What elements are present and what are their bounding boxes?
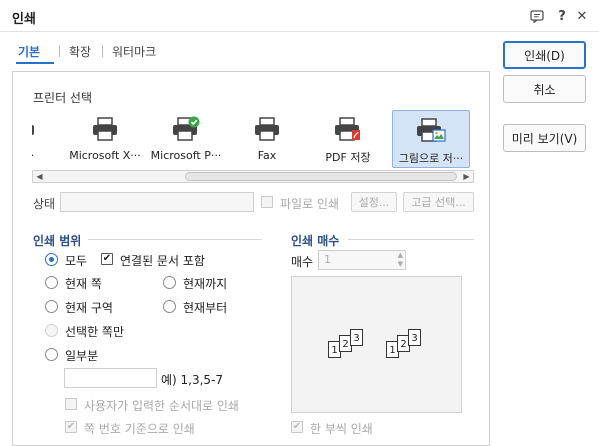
range-to-current-radio[interactable] xyxy=(163,276,176,289)
preview-button[interactable]: 미리 보기(V) xyxy=(503,124,586,152)
printer-item[interactable]: Fax xyxy=(228,110,306,168)
range-current-section-radio[interactable] xyxy=(45,300,58,313)
range-partial-label: 일부분 xyxy=(65,349,99,363)
printer-item[interactable]: PDF 저장 xyxy=(309,110,387,168)
cancel-button[interactable]: 취소 xyxy=(503,75,586,103)
tab-divider xyxy=(102,45,103,57)
preview-page: 3 xyxy=(350,329,363,346)
range-current-section-label: 현재 구역 xyxy=(65,301,113,315)
range-to-current-label: 현재까지 xyxy=(183,277,228,291)
print-to-file-checkbox[interactable] xyxy=(261,196,273,208)
range-current-page-radio[interactable] xyxy=(45,276,58,289)
print-button[interactable]: 인쇄(D) xyxy=(503,41,586,69)
close-icon[interactable]: ✕ xyxy=(571,5,593,27)
linked-docs-checkbox[interactable]: ✔ xyxy=(101,253,113,265)
range-current-page-label: 현재 쪽 xyxy=(65,277,102,291)
scrollbar-thumb[interactable] xyxy=(185,172,457,181)
printer-name: Microsoft P··· xyxy=(150,149,222,162)
range-from-current-radio[interactable] xyxy=(163,300,176,313)
pdf-printer-icon xyxy=(335,117,360,141)
fax-icon xyxy=(255,117,279,141)
status-label: 상태 xyxy=(33,197,56,211)
printer-icon xyxy=(32,125,34,135)
tab-watermark[interactable]: 워터마크 xyxy=(112,43,156,60)
copies-count-value: 1 xyxy=(324,253,331,266)
range-selected-pages-radio[interactable] xyxy=(45,324,58,337)
help-icon[interactable]: ? xyxy=(551,5,573,27)
printer-name: Fax xyxy=(257,149,277,162)
scroll-right-icon[interactable]: ▶ xyxy=(461,171,472,182)
range-selected-pages-label: 선택한 쪽만 xyxy=(65,325,125,339)
linked-docs-label: 연결된 문서 포함 xyxy=(120,254,205,268)
copies-count-label: 매수 xyxy=(291,255,314,269)
print-range-title: 인쇄 범위 xyxy=(33,234,82,248)
window-title: 인쇄 xyxy=(12,12,36,27)
tab-divider xyxy=(59,45,60,57)
tab-basic[interactable]: 기본 xyxy=(18,43,40,60)
range-all-label: 모두 xyxy=(65,254,88,268)
printer-name: e f··· xyxy=(32,149,61,162)
preview-page: 3 xyxy=(408,329,421,346)
printer-item-selected[interactable]: 그림으로 저··· xyxy=(392,110,470,168)
collated-set: 1 2 3 xyxy=(386,329,434,363)
tab-extended[interactable]: 확장 xyxy=(69,43,91,60)
title-bar xyxy=(0,0,599,32)
copies-preview: 1 2 3 1 2 3 xyxy=(291,276,462,413)
range-partial-radio[interactable] xyxy=(45,348,58,361)
page-number-basis-label: 쪽 번호 기준으로 인쇄 xyxy=(84,422,195,436)
printer-default-icon xyxy=(173,116,200,141)
advanced-options-button[interactable]: 고급 선택... xyxy=(403,192,474,212)
section-divider xyxy=(348,239,474,240)
stepper-arrows-icon[interactable]: ▲ ▼ xyxy=(398,251,403,269)
printer-select-label: 프린터 선택 xyxy=(33,91,93,105)
printer-item[interactable]: Microsoft P··· xyxy=(147,110,225,168)
printer-name: PDF 저장 xyxy=(325,151,371,164)
copies-stepper[interactable]: 1 ▲ ▼ xyxy=(318,250,406,270)
collated-set: 1 2 3 xyxy=(328,329,376,363)
partial-range-example: 예) 1,3,5-7 xyxy=(161,373,224,387)
printer-list[interactable]: e f··· Microsoft X··· Microsoft P··· Fax… xyxy=(32,110,474,170)
active-tab-indicator xyxy=(16,62,54,64)
printer-icon xyxy=(93,117,117,141)
printer-name: 그림으로 저··· xyxy=(398,152,464,165)
copies-title: 인쇄 매수 xyxy=(291,234,340,248)
range-from-current-label: 현재부터 xyxy=(183,301,228,315)
printer-item[interactable]: e f··· xyxy=(32,110,61,168)
partial-range-input[interactable] xyxy=(64,368,157,388)
printer-name: Microsoft X··· xyxy=(69,149,141,162)
user-order-label: 사용자가 입력한 순서대로 인쇄 xyxy=(84,399,239,413)
range-all-radio[interactable] xyxy=(45,253,58,266)
section-divider xyxy=(88,239,262,240)
settings-button[interactable]: 설정... xyxy=(351,192,397,212)
status-field xyxy=(60,192,254,212)
user-order-checkbox[interactable] xyxy=(65,398,77,410)
page-number-basis-checkbox[interactable]: ✔ xyxy=(65,421,77,433)
printer-item[interactable]: Microsoft X··· xyxy=(66,110,144,168)
chat-icon[interactable] xyxy=(526,5,548,27)
collate-checkbox[interactable]: ✔ xyxy=(291,421,303,433)
scroll-left-icon[interactable]: ◀ xyxy=(34,171,45,182)
collate-label: 한 부씩 인쇄 xyxy=(310,422,373,436)
print-to-file-label: 파일로 인쇄 xyxy=(280,197,340,211)
image-printer-icon xyxy=(417,118,446,142)
